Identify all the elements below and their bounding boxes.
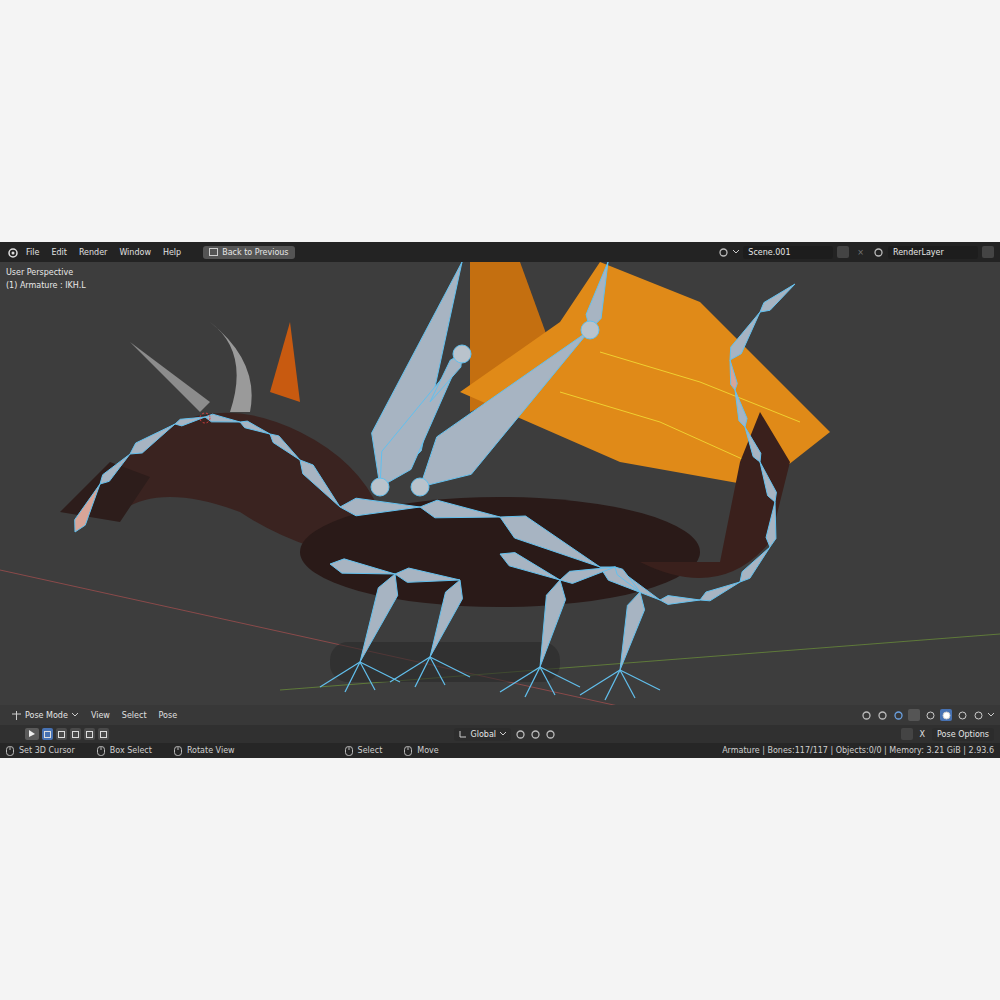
mouse-icon	[97, 746, 105, 756]
mode-dropdown[interactable]: Pose Mode	[6, 707, 83, 723]
orientation-dropdown[interactable]: Global	[454, 728, 512, 741]
chevron-icon	[72, 713, 78, 717]
menu-item[interactable]: Help	[159, 246, 185, 259]
xray-icon[interactable]	[908, 709, 920, 721]
status-hint: Set 3D Cursor	[6, 746, 75, 756]
chevron-icon	[733, 250, 739, 254]
view-name: User Perspective	[6, 268, 86, 277]
proportional-icon[interactable]	[544, 728, 556, 740]
shading-mode-button[interactable]	[972, 709, 984, 721]
page: File Edit Render Window Help Back to Previous…	[0, 0, 1000, 1000]
overlay-icon[interactable]	[892, 709, 904, 721]
snap-icon[interactable]	[529, 728, 541, 740]
status-hint: Select	[345, 746, 383, 756]
back-icon	[209, 248, 218, 256]
close-icon[interactable]: ×	[853, 246, 868, 259]
scene-stats: Armature | Bones:117/117 | Objects:0/0 |…	[722, 746, 994, 755]
status-hint: Rotate View	[174, 746, 235, 756]
pivot-icon[interactable]	[514, 728, 526, 740]
select-tool-icon[interactable]	[25, 728, 39, 740]
menu-item[interactable]: Render	[75, 246, 111, 259]
blender-logo-icon[interactable]	[6, 246, 18, 258]
shading-mode-button[interactable]	[924, 709, 936, 721]
copy-layer-icon[interactable]	[982, 246, 994, 258]
axis-icon	[459, 730, 467, 738]
menu-item[interactable]: File	[22, 246, 43, 259]
mirror-icon[interactable]	[901, 728, 913, 740]
shading-mode-button[interactable]	[956, 709, 968, 721]
viewport-info: User Perspective (1) Armature : IKH.L	[6, 268, 86, 290]
pose-options-dropdown[interactable]: Pose Options	[932, 728, 994, 741]
mouse-icon	[404, 746, 412, 756]
menu-item[interactable]: Window	[115, 246, 155, 259]
select-mode-button[interactable]	[56, 728, 67, 740]
view-layer-icon[interactable]	[872, 246, 884, 258]
header-menu[interactable]: Select	[118, 709, 151, 722]
viewport-header: Pose Mode View Select Pose	[0, 705, 1000, 725]
pose-icon	[11, 709, 21, 721]
blender-window: File Edit Render Window Help Back to Previous…	[0, 242, 1000, 758]
tool-icon[interactable]	[6, 728, 22, 740]
scene-icon[interactable]	[717, 246, 729, 258]
tool-settings: Global XPose Options	[0, 725, 1000, 743]
status-hint: Move	[404, 746, 438, 756]
hint-group: Select Move	[345, 746, 439, 756]
menu-item[interactable]: Edit	[47, 246, 71, 259]
gizmo-icon[interactable]	[876, 709, 888, 721]
header-menu[interactable]: Pose	[155, 709, 182, 722]
status-bar: Set 3D Cursor Box Select Rotate View Select…	[0, 743, 1000, 758]
mouse-icon	[6, 746, 14, 756]
select-mode-button[interactable]	[98, 728, 109, 740]
render-layer-field[interactable]: RenderLayer	[888, 246, 978, 259]
mouse-icon	[345, 746, 353, 756]
back-to-previous-button[interactable]: Back to Previous	[203, 246, 294, 259]
close-button[interactable]: X	[916, 728, 929, 741]
mouse-icon	[174, 746, 182, 756]
3d-viewport[interactable]: User Perspective (1) Armature : IKH.L	[0, 262, 1000, 705]
armature-viewport-drawing[interactable]	[0, 262, 1000, 705]
shading-mode-button[interactable]	[940, 709, 952, 721]
select-mode-button[interactable]	[70, 728, 81, 740]
hint-group: Set 3D Cursor Box Select Rotate View	[6, 746, 235, 756]
chevron-icon	[988, 713, 994, 717]
chevron-icon	[500, 732, 506, 736]
header-menu[interactable]: View	[87, 709, 114, 722]
visibility-icon[interactable]	[860, 709, 872, 721]
select-mode-button[interactable]	[84, 728, 95, 740]
top-bar: File Edit Render Window Help Back to Previous…	[0, 242, 1000, 262]
select-mode-button[interactable]	[42, 728, 53, 740]
status-hint: Box Select	[97, 746, 152, 756]
scene-field[interactable]: Scene.001	[743, 246, 833, 259]
copy-icon[interactable]	[837, 246, 849, 258]
active-object: (1) Armature : IKH.L	[6, 281, 86, 290]
